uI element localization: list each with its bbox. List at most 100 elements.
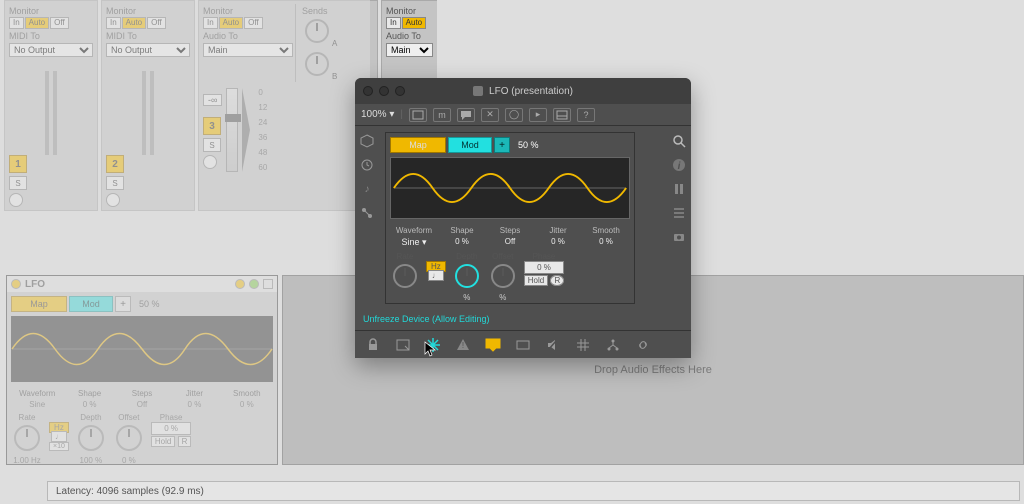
waveform-display [390, 157, 630, 219]
midi-to-select[interactable]: No Output [106, 43, 190, 57]
track-activator-3[interactable]: 3 [203, 117, 221, 135]
note-icon[interactable]: ♪ [360, 182, 374, 196]
warning-icon[interactable]: ! [455, 337, 471, 353]
track-activator-2[interactable]: 2 [106, 155, 124, 173]
lock-icon[interactable] [365, 337, 381, 353]
hierarchy-icon[interactable] [605, 337, 621, 353]
svg-text:i: i [678, 161, 681, 172]
arm-button-2[interactable] [106, 193, 120, 207]
track-1: Monitor In Auto Off MIDI To No Output 1 … [4, 0, 98, 211]
waveform-select[interactable]: Sine ▾ [390, 237, 438, 248]
freeze-icon[interactable] [425, 337, 441, 353]
camera-icon[interactable] [672, 230, 686, 244]
depth-knob[interactable] [455, 264, 479, 288]
presentation-mode-icon[interactable] [485, 337, 501, 353]
audio-to-select[interactable]: Main [386, 43, 433, 57]
clock-icon[interactable] [360, 158, 374, 172]
rate-sync-button[interactable]: ♩ [428, 270, 444, 281]
monitor-auto[interactable]: Auto [122, 17, 146, 29]
map-button[interactable]: Map [390, 137, 446, 153]
rate-knob[interactable] [393, 264, 417, 288]
monitor-in[interactable]: In [203, 17, 218, 29]
window-titlebar[interactable]: LFO (presentation) [355, 78, 691, 104]
monitor-label: Monitor [9, 6, 93, 16]
new-message-icon[interactable]: m [433, 108, 451, 122]
volume-fader-3[interactable] [226, 88, 238, 172]
sends-label: Sends [302, 6, 337, 16]
speaker-off-icon[interactable] [545, 337, 561, 353]
monitor-in[interactable]: In [106, 17, 121, 29]
add-mapping-button[interactable]: + [494, 137, 510, 153]
drop-hint-text: Drop Audio Effects Here [594, 364, 712, 376]
smooth-value[interactable]: 0 % [582, 237, 630, 246]
list-icon[interactable] [672, 206, 686, 220]
left-rail: ♪ [355, 126, 379, 326]
arm-button-3[interactable] [203, 155, 217, 169]
monitor-auto[interactable]: Auto [25, 17, 49, 29]
monitor-label: Monitor [106, 6, 190, 16]
monitor-off[interactable]: Off [244, 17, 263, 29]
routing-icon[interactable] [360, 206, 374, 220]
steps-value[interactable]: Off [486, 237, 534, 246]
monitor-label: Monitor [203, 6, 293, 16]
svg-text:!: ! [462, 341, 464, 350]
phase-retrigger-button[interactable]: R [550, 275, 564, 286]
route-label: Audio To [386, 31, 433, 41]
depth-label: Depth [452, 252, 482, 261]
meter-ruler: 01224364860 [258, 88, 267, 172]
track-activator-1[interactable]: 1 [9, 155, 27, 173]
scope-icon[interactable] [515, 337, 531, 353]
new-button-icon[interactable]: ◯ [505, 108, 523, 122]
link-icon[interactable] [635, 337, 651, 353]
status-bar: Latency: 4096 samples (92.9 ms) [47, 481, 1020, 501]
grid-icon[interactable] [575, 337, 591, 353]
phase-hold-button[interactable]: Hold [524, 275, 548, 286]
monitor-label: Monitor [386, 6, 433, 16]
rate-label: Rate [390, 252, 420, 261]
audio-to-select[interactable]: Main [203, 43, 293, 57]
jitter-value[interactable]: 0 % [534, 237, 582, 246]
monitor-off[interactable]: Off [50, 17, 69, 29]
pause-icon[interactable] [672, 182, 686, 196]
monitor-auto[interactable]: Auto [219, 17, 243, 29]
window-title: LFO (presentation) [489, 86, 573, 97]
mod-button[interactable]: Mod [448, 137, 492, 153]
solo-button-3[interactable]: S [203, 138, 221, 152]
shape-value[interactable]: 0 % [438, 237, 486, 246]
new-toggle-icon[interactable]: ✕ [481, 108, 499, 122]
send-b-knob[interactable] [305, 52, 329, 76]
monitor-off[interactable]: Off [147, 17, 166, 29]
monitor-auto[interactable]: Auto [402, 17, 426, 29]
patcher-view-icon[interactable] [395, 337, 411, 353]
monitor-in[interactable]: In [386, 17, 401, 29]
max-logo-icon [473, 86, 483, 96]
solo-button-1[interactable]: S [9, 176, 27, 190]
offset-label: Offset [488, 252, 518, 261]
phase-label: Phase [524, 252, 564, 261]
arm-button-1[interactable] [9, 193, 23, 207]
new-number-icon[interactable]: ▸ [529, 108, 547, 122]
zoom-dropdown[interactable]: 100% ▾ [361, 109, 394, 120]
peak-display[interactable]: -∞ [203, 94, 222, 106]
solo-button-2[interactable]: S [106, 176, 124, 190]
route-label: MIDI To [106, 31, 190, 41]
new-object-icon[interactable] [409, 108, 427, 122]
info-icon[interactable]: i [672, 158, 686, 172]
route-label: MIDI To [9, 31, 93, 41]
midi-to-select[interactable]: No Output [9, 43, 93, 57]
cube-icon[interactable] [360, 134, 374, 148]
send-a-knob[interactable] [305, 19, 329, 43]
help-icon[interactable]: ? [577, 108, 595, 122]
track-2: Monitor In Auto Off MIDI To No Output 2 … [101, 0, 195, 211]
tooltip-hint: Unfreeze Device (Allow Editing) [359, 314, 494, 324]
route-label: Audio To [203, 31, 293, 41]
monitor-in[interactable]: In [9, 17, 24, 29]
search-icon[interactable] [672, 134, 686, 148]
patcher-canvas[interactable]: Map Mod + 50 % WaveformSine ▾ Shape0 % S… [379, 126, 667, 326]
offset-knob[interactable] [491, 264, 515, 288]
right-rail: i [667, 126, 691, 326]
lfo-device-rack: LFO Map Mod + 50 % WaveformSine Shape0 %… [6, 275, 278, 465]
new-comment-icon[interactable] [457, 108, 475, 122]
phase-value[interactable]: 0 % [524, 261, 564, 274]
new-panel-icon[interactable] [553, 108, 571, 122]
